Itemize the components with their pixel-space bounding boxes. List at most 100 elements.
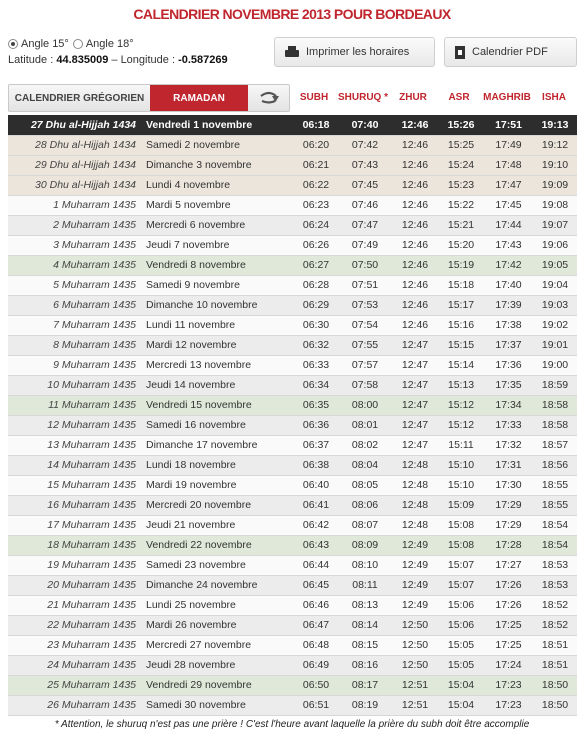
hijri-date-cell: 8 Muharram 1435: [8, 335, 140, 356]
table-row: 21 Muharram 1435 Lundi 25 novembre 06:46 08…: [8, 595, 577, 616]
swap-arrow-button[interactable]: [248, 85, 289, 111]
asr-time-cell: 15:17: [438, 295, 484, 316]
subh-time-cell: 06:23: [294, 195, 338, 216]
hijri-date-cell: 22 Muharram 1435: [8, 615, 140, 636]
gregorian-date-cell: Mercredi 13 novembre: [140, 355, 294, 376]
isha-time-cell: 19:12: [533, 135, 577, 156]
table-row: 27 Dhu al-Hijjah 1434 Vendredi 1 novembre…: [8, 115, 577, 136]
asr-time-cell: 15:22: [438, 195, 484, 216]
table-row: 23 Muharram 1435 Mercredi 27 novembre 06:4…: [8, 635, 577, 656]
hijri-date-cell: 17 Muharram 1435: [8, 515, 140, 536]
angle-15-option[interactable]: Angle 15°: [8, 38, 69, 50]
shuruq-footnote: * Attention, le shuruq n'est pas une pri…: [54, 719, 530, 730]
latitude-value: 44.835009: [56, 54, 109, 66]
maghrib-time-cell: 17:47: [484, 175, 533, 196]
zhur-time-cell: 12:46: [392, 155, 438, 176]
shuruq-time-cell: 08:01: [338, 415, 392, 436]
asr-time-cell: 15:19: [438, 255, 484, 276]
maghrib-time-cell: 17:25: [484, 615, 533, 636]
shuruq-time-cell: 07:54: [338, 315, 392, 336]
hijri-date-cell: 23 Muharram 1435: [8, 635, 140, 656]
hijri-date-cell: 9 Muharram 1435: [8, 355, 140, 376]
hijri-date-cell: 27 Dhu al-Hijjah 1434: [8, 115, 140, 136]
asr-time-cell: 15:18: [438, 275, 484, 296]
subh-time-cell: 06:24: [294, 215, 338, 236]
column-header-zhur: ZHUR: [399, 92, 427, 103]
shuruq-time-cell: 08:17: [338, 675, 392, 696]
tab-gregorian[interactable]: CALENDRIER GRÉGORIEN: [9, 85, 150, 111]
angle-18-radio[interactable]: [72, 39, 83, 49]
maghrib-time-cell: 17:44: [484, 215, 533, 236]
maghrib-time-cell: 17:45: [484, 195, 533, 216]
isha-time-cell: 18:56: [533, 455, 577, 476]
asr-time-cell: 15:20: [438, 235, 484, 256]
zhur-time-cell: 12:51: [392, 695, 438, 716]
pdf-calendar-button[interactable]: Calendrier PDF: [444, 37, 577, 67]
table-row: 29 Dhu al-Hijjah 1434 Dimanche 3 novembre…: [8, 155, 577, 176]
maghrib-time-cell: 17:31: [484, 455, 533, 476]
table-row: 1 Muharram 1435 Mardi 5 novembre 06:23 07:4…: [8, 195, 577, 216]
subh-time-cell: 06:38: [294, 455, 338, 476]
print-schedule-button[interactable]: Imprimer les horaires: [274, 37, 435, 67]
gregorian-date-cell: Samedi 30 novembre: [140, 695, 294, 716]
isha-time-cell: 18:58: [533, 415, 577, 436]
column-header-isha: ISHA: [542, 92, 566, 103]
asr-time-cell: 15:04: [438, 675, 484, 696]
latitude-label: Latitude :: [8, 54, 57, 66]
gregorian-date-cell: Dimanche 3 novembre: [140, 155, 294, 176]
shuruq-time-cell: 07:47: [338, 215, 392, 236]
shuruq-time-cell: 07:53: [338, 295, 392, 316]
zhur-time-cell: 12:47: [392, 415, 438, 436]
asr-time-cell: 15:14: [438, 355, 484, 376]
angle-18-option[interactable]: Angle 18°: [72, 38, 134, 50]
gregorian-date-cell: Mardi 5 novembre: [140, 195, 294, 216]
zhur-time-cell: 12:46: [392, 315, 438, 336]
subh-time-cell: 06:27: [294, 255, 338, 276]
subh-time-cell: 06:22: [294, 175, 338, 196]
asr-time-cell: 15:06: [438, 595, 484, 616]
shuruq-time-cell: 07:45: [338, 175, 392, 196]
column-header-maghrib: MAGHRIB: [483, 92, 531, 103]
maghrib-time-cell: 17:28: [484, 535, 533, 556]
isha-time-cell: 18:50: [533, 695, 577, 716]
table-row: 14 Muharram 1435 Lundi 18 novembre 06:38 08…: [8, 455, 577, 476]
shuruq-time-cell: 08:13: [338, 595, 392, 616]
asr-time-cell: 15:23: [438, 175, 484, 196]
asr-time-cell: 15:06: [438, 615, 484, 636]
asr-time-cell: 15:13: [438, 375, 484, 396]
hijri-date-cell: 12 Muharram 1435: [8, 415, 140, 436]
gregorian-date-cell: Vendredi 15 novembre: [140, 395, 294, 416]
maghrib-time-cell: 17:25: [484, 635, 533, 656]
coords-separator: –: [108, 54, 121, 66]
gregorian-date-cell: Samedi 23 novembre: [140, 555, 294, 576]
subh-time-cell: 06:45: [294, 575, 338, 596]
asr-time-cell: 15:15: [438, 335, 484, 356]
subh-time-cell: 06:49: [294, 655, 338, 676]
shuruq-time-cell: 08:06: [338, 495, 392, 516]
zhur-time-cell: 12:46: [392, 215, 438, 236]
angle-15-radio[interactable]: [8, 39, 18, 49]
maghrib-time-cell: 17:36: [484, 355, 533, 376]
shuruq-time-cell: 07:43: [338, 155, 392, 176]
angle-selector: Angle 15° Angle 18°: [8, 38, 138, 50]
zhur-time-cell: 12:46: [392, 135, 438, 156]
asr-time-cell: 15:12: [438, 415, 484, 436]
isha-time-cell: 19:00: [533, 355, 577, 376]
isha-time-cell: 18:52: [533, 595, 577, 616]
subh-time-cell: 06:40: [294, 475, 338, 496]
hijri-date-cell: 11 Muharram 1435: [8, 395, 140, 416]
maghrib-time-cell: 17:29: [484, 515, 533, 536]
subh-time-cell: 06:36: [294, 415, 338, 436]
shuruq-time-cell: 08:09: [338, 535, 392, 556]
zhur-time-cell: 12:51: [392, 675, 438, 696]
shuruq-time-cell: 08:11: [338, 575, 392, 596]
shuruq-time-cell: 07:55: [338, 335, 392, 356]
gregorian-date-cell: Vendredi 1 novembre: [140, 115, 294, 136]
tab-ramadan[interactable]: RAMADAN: [150, 85, 248, 111]
table-row: 8 Muharram 1435 Mardi 12 novembre 06:32 07:…: [8, 335, 577, 356]
asr-time-cell: 15:07: [438, 555, 484, 576]
isha-time-cell: 19:09: [533, 175, 577, 196]
maghrib-time-cell: 17:26: [484, 595, 533, 616]
swap-arrow-icon: [259, 91, 279, 104]
table-row: 17 Muharram 1435 Jeudi 21 novembre 06:42 08…: [8, 515, 577, 536]
